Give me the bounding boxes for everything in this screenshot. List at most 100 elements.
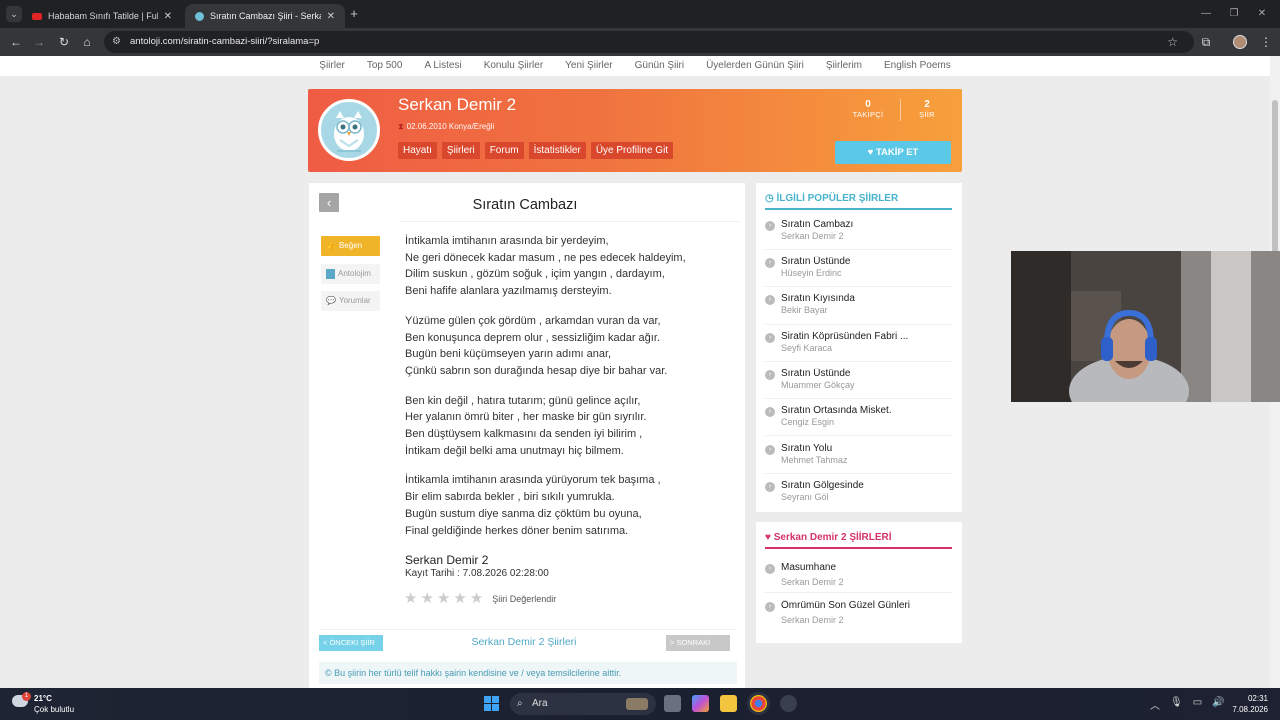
browser-menu-icon[interactable]: ⋮ [1258,34,1274,50]
poet-name[interactable]: Serkan Demir 2 [398,95,516,115]
poem-line: Final geldiğinde herkes döner benim satı… [405,524,629,537]
taskbar-clock[interactable]: 02:31 7.08.2026 [1226,693,1268,715]
record-date: Kayıt Tarihi : 7.08.2026 02:28:00 [405,568,549,579]
extensions-icon[interactable]: ⧉ [1198,34,1214,50]
list-item[interactable]: › Sıratın Üstünde Hüseyin Erdinc [765,256,952,278]
list-item[interactable]: › Siratin Köprüsünden Fabri ... Seyfi Kara… [765,331,952,353]
nav-link-gunun-siiri[interactable]: Günün Şiiri [635,56,684,76]
nav-link-english[interactable]: English Poems [884,56,951,76]
nav-link-siirler[interactable]: Şiirler [319,56,345,76]
tab-search-button[interactable]: ⌄ [6,6,22,22]
windows-start-icon[interactable] [484,696,499,711]
star-icon[interactable]: ★ [420,591,433,606]
poem-link-title[interactable]: Sıratın Üstünde [781,368,952,379]
star-icon[interactable]: ★ [470,591,483,606]
close-window-icon[interactable]: ✕ [1252,6,1272,22]
profile-tabs: Hayatı Şiirleri Forum İstatistikler Üye … [398,142,674,159]
list-item[interactable]: › Sıratın Kıyısında Bekir Bayar [765,293,952,315]
poem-line: Dilim suskun , gözüm soğuk , içim yangın… [405,268,665,281]
tab-close-icon[interactable]: ✕ [164,11,172,22]
profile-tab-uye-profili[interactable]: Üye Profiline Git [590,142,674,159]
list-item[interactable]: › Sıratın Ortasında Misket. Cengiz Esgin [765,405,952,427]
list-item[interactable]: › Sıratın Üstünde Muammer Gökçay [765,368,952,390]
comment-icon: 💬 [326,296,336,305]
poem-line: İntikamla imtihanın arasında yürüyorum t… [405,474,661,487]
list-item[interactable]: › Sıratın Cambazı Serkan Demir 2 [765,219,952,241]
poem-link-title[interactable]: Sıratın Ortasında Misket. [781,405,952,416]
chrome-icon[interactable] [750,695,767,712]
comments-button[interactable]: 💬 Yorumlar [321,291,380,311]
home-icon[interactable]: ⌂ [79,34,95,50]
poet-birth-info: ⧗ 02.06.2010 Konya/Ereğli [398,122,494,132]
stat-divider [900,99,901,121]
profile-tab-siirleri[interactable]: Şiirleri [441,142,480,159]
browser-tab-antoloji[interactable]: Sıratın Cambazı Şiiri - Serkan De ✕ [185,4,345,28]
bookmark-star-icon[interactable]: ☆ [1167,31,1178,53]
obs-icon[interactable] [780,695,797,712]
anthology-button[interactable]: Antolojim [321,264,380,284]
poem-link-title[interactable]: Sıratın Üstünde [781,256,952,267]
star-icon[interactable]: ★ [404,591,417,606]
profile-tab-forum[interactable]: Forum [484,142,524,159]
chevron-right-icon: › [765,407,775,417]
poem-link-title[interactable]: Siratin Köprüsünden Fabri ... [781,331,952,342]
follow-button[interactable]: ♥ TAKİP ET [835,141,951,164]
star-icon[interactable]: ★ [453,591,466,606]
profile-avatar-icon[interactable] [1233,35,1247,49]
copilot-icon[interactable] [692,695,709,712]
star-icon[interactable]: ★ [437,591,450,606]
poem-line: Bugün beni küçümseyen yarın adımı anar, [405,348,612,361]
stanza: Yüzüme gülen çok gördüm , arkamdan vuran… [405,313,735,380]
nav-link-konulu[interactable]: Konulu Şiirler [484,56,543,76]
profile-tab-hayati[interactable]: Hayatı [398,142,437,159]
divider [399,221,739,222]
poem-body: İntikamla imtihanın arasında bir yerdeyi… [405,233,735,552]
network-icon[interactable]: ▭ [1193,697,1202,712]
windows-taskbar: 1 21°C Çok bulutlu ⌕ Ara ︿ 🎙 ▭ 🔊 02:31 7… [0,688,1280,720]
poem-link-author: Serkan Demir 2 [781,577,844,587]
restore-icon[interactable]: ❐ [1224,6,1244,22]
nav-link-uyelerden[interactable]: Üyelerden Günün Şiiri [706,56,804,76]
site-info-icon[interactable]: ⚙ [112,31,121,53]
forward-arrow-icon[interactable]: → [31,34,47,50]
next-poem-button[interactable]: > SONRAKİ [666,635,730,651]
poem-link-title[interactable]: Ömrümün Son Güzel Günleri [781,600,952,611]
poem-link-title[interactable]: Sıratın Kıyısında [781,293,952,304]
browser-tab-youtube[interactable]: Hababam Sınıfı Tatilde | Full HD ✕ [22,4,182,28]
poem-line: İntikamla imtihanın arasında bir yerdeyi… [405,235,609,247]
address-bar[interactable]: ⚙ antoloji.com/siratin-cambazi-siiri/?si… [104,31,1194,53]
list-item[interactable]: › Masumhane Serkan Demir 2 [765,562,952,587]
taskbar-search[interactable]: ⌕ Ara [510,693,656,715]
new-tab-button[interactable]: + [346,5,362,23]
nav-link-top500[interactable]: Top 500 [367,56,403,76]
minimize-icon[interactable]: — [1196,6,1216,22]
chevron-up-icon[interactable]: ︿ [1150,697,1160,712]
poem-line: Ben kin değil , hatıra tutarım; günü gel… [405,394,641,407]
poem-link-title[interactable]: Sıratın Yolu [781,443,952,454]
volume-icon[interactable]: 🔊 [1212,697,1224,712]
poem-link-title[interactable]: Masumhane [781,562,952,573]
profile-tab-istatistikler[interactable]: İstatistikler [528,142,586,159]
list-item[interactable]: › Ömrümün Son Güzel Günleri Serkan Demir 2 [765,600,952,625]
list-item[interactable]: › Sıratın Yolu Mehmet Tahmaz [765,443,952,465]
reload-icon[interactable]: ↻ [56,34,72,50]
like-label: Beğen [338,241,363,250]
hourglass-icon: ⧗ [398,122,404,131]
back-arrow-icon[interactable]: ← [8,34,24,50]
clock-time: 02:31 [1247,694,1268,703]
nav-link-yeni[interactable]: Yeni Şiirler [565,56,612,76]
tab-close-icon[interactable]: ✕ [327,11,335,22]
task-view-icon[interactable] [664,695,681,712]
like-button[interactable]: 👍 Beğen [321,236,380,256]
poem-link-title[interactable]: Sıratın Gölgesinde [781,480,952,491]
nav-link-siirlerim[interactable]: Şiirlerim [826,56,862,76]
poet-poems-link[interactable]: Serkan Demir 2 Şiirleri [393,636,655,648]
previous-poem-button[interactable]: < ÖNCEKİ ŞİİR [319,635,383,651]
poem-link-title[interactable]: Sıratın Cambazı [781,219,952,230]
poems-count: 2 [924,99,930,110]
microphone-icon[interactable]: 🎙 [1170,697,1183,712]
file-explorer-icon[interactable] [720,695,737,712]
list-item[interactable]: › Sıratın Gölgesinde Seyranı Göl [765,480,952,502]
nav-link-a-listesi[interactable]: A Listesi [424,56,461,76]
poem-author[interactable]: Serkan Demir 2 [405,553,488,567]
